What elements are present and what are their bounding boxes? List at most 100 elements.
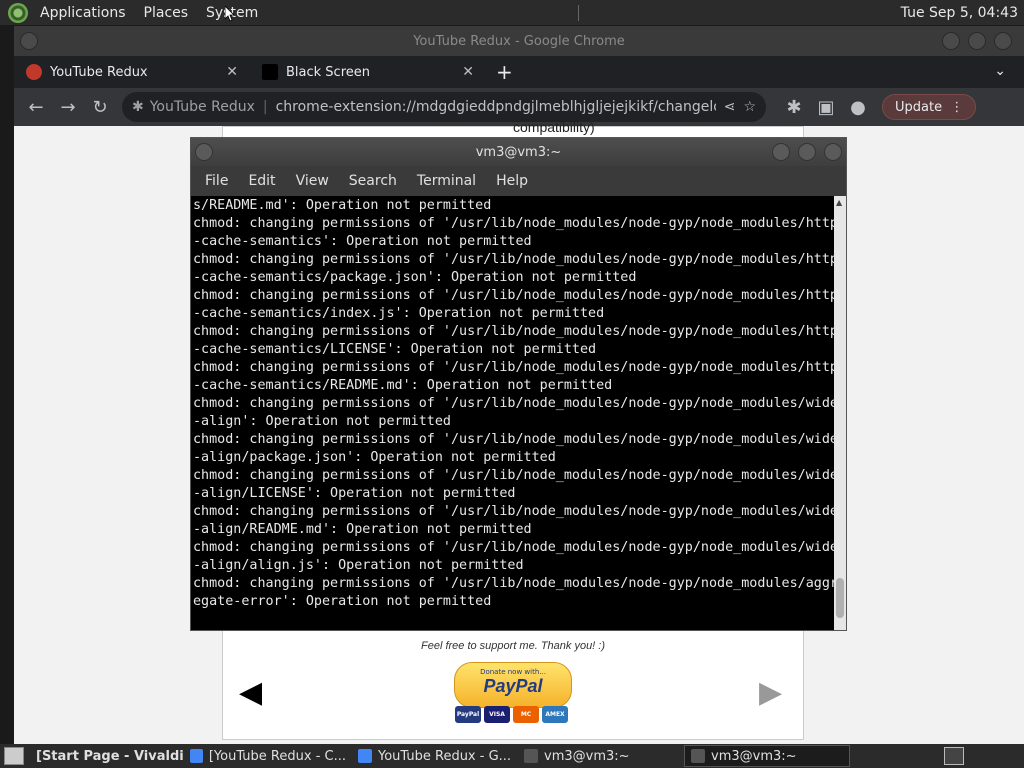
new-tab-button[interactable]: + bbox=[496, 60, 513, 84]
terminal-line: egate-error': Operation not permitted bbox=[193, 594, 492, 609]
terminal-scrollbar[interactable]: ▲ bbox=[834, 196, 846, 630]
menu-search[interactable]: Search bbox=[339, 173, 407, 189]
terminal-line: chmod: changing permissions of '/usr/lib… bbox=[193, 288, 836, 303]
taskbar-item-label: vm3@vm3:~ bbox=[711, 748, 797, 764]
taskbar-item-label: [Start Page - Vivaldi] bbox=[36, 748, 184, 764]
amex-card-icon: AMEX bbox=[542, 706, 568, 723]
terminal-menubar: File Edit View Search Terminal Help bbox=[191, 166, 846, 196]
mastercard-icon: MC bbox=[513, 706, 539, 723]
chrome-icon bbox=[358, 749, 372, 763]
extensions-icon[interactable]: ✱ bbox=[778, 97, 810, 118]
side-panel-icon[interactable]: ▣ bbox=[810, 97, 842, 118]
tab-black-screen[interactable]: Black Screen ✕ bbox=[250, 56, 486, 88]
menu-terminal[interactable]: Terminal bbox=[407, 173, 486, 189]
terminal-line: -align/align.js': Operation not permitte… bbox=[193, 558, 524, 573]
panel-separator bbox=[577, 4, 579, 21]
paypal-logo-text: PayPal bbox=[483, 676, 543, 696]
tab-label: Black Screen bbox=[286, 64, 370, 80]
forward-icon[interactable]: → bbox=[52, 97, 84, 118]
workspace-switcher[interactable] bbox=[944, 747, 964, 765]
taskbar-item-label: vm3@vm3:~ bbox=[544, 748, 630, 764]
terminal-line: -cache-semantics/index.js': Operation no… bbox=[193, 306, 605, 321]
obscured-text: compatibility) bbox=[513, 119, 595, 135]
terminal-line: -cache-semantics/LICENSE': Operation not… bbox=[193, 342, 597, 357]
terminal-line: chmod: changing permissions of '/usr/lib… bbox=[193, 360, 836, 375]
terminal-titlebar[interactable]: vm3@vm3:~ bbox=[191, 138, 846, 166]
omnibox-url[interactable]: chrome-extension://mdgdgieddpndgjlmeblhj… bbox=[276, 99, 716, 115]
taskbar-item[interactable]: vm3@vm3:~ bbox=[684, 745, 850, 767]
taskbar-item[interactable]: [Start Page - Vivaldi] bbox=[24, 745, 184, 767]
tab-search-chevron-icon[interactable]: ⌄ bbox=[994, 63, 1006, 79]
mouse-cursor-icon bbox=[225, 6, 235, 22]
extension-puzzle-icon: ✱ bbox=[132, 99, 144, 115]
places-menu[interactable]: Places bbox=[138, 5, 195, 21]
task-list: [Start Page - Vivaldi] [YouTube Redux - C… bbox=[24, 745, 850, 767]
omnibox-page-title: YouTube Redux bbox=[149, 99, 255, 115]
profile-avatar-icon[interactable]: ● bbox=[842, 97, 874, 118]
window-menu-icon[interactable] bbox=[195, 143, 213, 161]
show-desktop-icon[interactable] bbox=[4, 747, 24, 765]
terminal-line: -align': Operation not permitted bbox=[193, 414, 451, 429]
support-text: Feel free to support me. Thank you! :) bbox=[420, 640, 606, 652]
taskbar-item[interactable]: vm3@vm3:~ bbox=[518, 745, 684, 767]
paypal-card-icon: PayPal bbox=[455, 706, 481, 723]
tab-strip: YouTube Redux ✕ Black Screen ✕ + ⌄ bbox=[14, 56, 1024, 88]
tab-label: YouTube Redux bbox=[50, 64, 148, 80]
terminal-line: chmod: changing permissions of '/usr/lib… bbox=[193, 576, 836, 591]
back-icon[interactable]: ← bbox=[20, 97, 52, 118]
update-button[interactable]: Update ⋮ bbox=[882, 94, 977, 120]
minimize-icon[interactable] bbox=[942, 32, 960, 50]
chrome-icon bbox=[190, 749, 203, 763]
minimize-icon[interactable] bbox=[772, 143, 790, 161]
scroll-up-icon[interactable]: ▲ bbox=[836, 198, 842, 207]
visa-card-icon: VISA bbox=[484, 706, 510, 723]
mate-menu-icon[interactable] bbox=[8, 2, 28, 23]
paypal-donate-button[interactable]: Donate now with... PayPal bbox=[454, 662, 572, 708]
tab-youtube-redux[interactable]: YouTube Redux ✕ bbox=[14, 56, 250, 88]
taskbar-item-label: YouTube Redux - G... bbox=[378, 748, 512, 764]
terminal-line: -cache-semantics/README.md': Operation n… bbox=[193, 378, 613, 393]
terminal-line: -align/package.json': Operation not perm… bbox=[193, 450, 556, 465]
omnibox-divider: | bbox=[262, 99, 268, 115]
terminal-line: -align/README.md': Operation not permitt… bbox=[193, 522, 532, 537]
update-label: Update bbox=[895, 99, 943, 115]
terminal-line: -cache-semantics': Operation not permitt… bbox=[193, 234, 532, 249]
close-window-icon[interactable] bbox=[994, 32, 1012, 50]
menu-edit[interactable]: Edit bbox=[238, 173, 285, 189]
top-panel: Applications Places System Tue Sep 5, 04… bbox=[0, 0, 1024, 25]
close-tab-icon[interactable]: ✕ bbox=[462, 64, 474, 80]
reload-icon[interactable]: ↻ bbox=[84, 97, 116, 118]
terminal-output[interactable]: s/README.md': Operation not permitted chm… bbox=[191, 196, 836, 630]
maximize-icon[interactable] bbox=[798, 143, 816, 161]
close-tab-icon[interactable]: ✕ bbox=[226, 64, 238, 80]
next-arrow-icon[interactable]: ▶ bbox=[759, 675, 782, 710]
address-bar[interactable]: ✱ YouTube Redux | chrome-extension://mdg… bbox=[122, 92, 766, 122]
previous-arrow-icon[interactable]: ◀ bbox=[239, 675, 262, 710]
menu-help[interactable]: Help bbox=[486, 173, 538, 189]
bottom-taskbar: [Start Page - Vivaldi] [YouTube Redux - C… bbox=[0, 744, 1024, 768]
bookmark-star-icon[interactable]: ☆ bbox=[735, 99, 756, 115]
taskbar-item[interactable]: [YouTube Redux - C... bbox=[184, 745, 352, 767]
terminal-line: s/README.md': Operation not permitted bbox=[193, 198, 492, 213]
terminal-line: chmod: changing permissions of '/usr/lib… bbox=[193, 324, 836, 339]
paypal-small-text: Donate now with... bbox=[480, 668, 546, 676]
window-menu-icon[interactable] bbox=[20, 32, 38, 50]
terminal-line: -align/LICENSE': Operation not permitted bbox=[193, 486, 516, 501]
terminal-line: chmod: changing permissions of '/usr/lib… bbox=[193, 216, 836, 231]
taskbar-item[interactable]: YouTube Redux - G... bbox=[352, 745, 518, 767]
black-screen-favicon-icon bbox=[262, 64, 278, 80]
close-window-icon[interactable] bbox=[824, 143, 842, 161]
chrome-window-title: YouTube Redux - Google Chrome bbox=[413, 33, 625, 49]
youtube-redux-favicon-icon bbox=[26, 64, 42, 80]
terminal-title: vm3@vm3:~ bbox=[475, 144, 562, 160]
applications-menu[interactable]: Applications bbox=[34, 5, 132, 21]
menu-view[interactable]: View bbox=[286, 173, 339, 189]
share-icon[interactable]: ⋖ bbox=[716, 99, 736, 115]
maximize-icon[interactable] bbox=[968, 32, 986, 50]
clock[interactable]: Tue Sep 5, 04:43 bbox=[901, 5, 1018, 21]
terminal-line: chmod: changing permissions of '/usr/lib… bbox=[193, 540, 836, 555]
menu-file[interactable]: File bbox=[195, 173, 238, 189]
chrome-titlebar[interactable]: YouTube Redux - Google Chrome bbox=[14, 26, 1024, 56]
scrollbar-thumb[interactable] bbox=[836, 578, 844, 618]
terminal-line: chmod: changing permissions of '/usr/lib… bbox=[193, 396, 836, 411]
